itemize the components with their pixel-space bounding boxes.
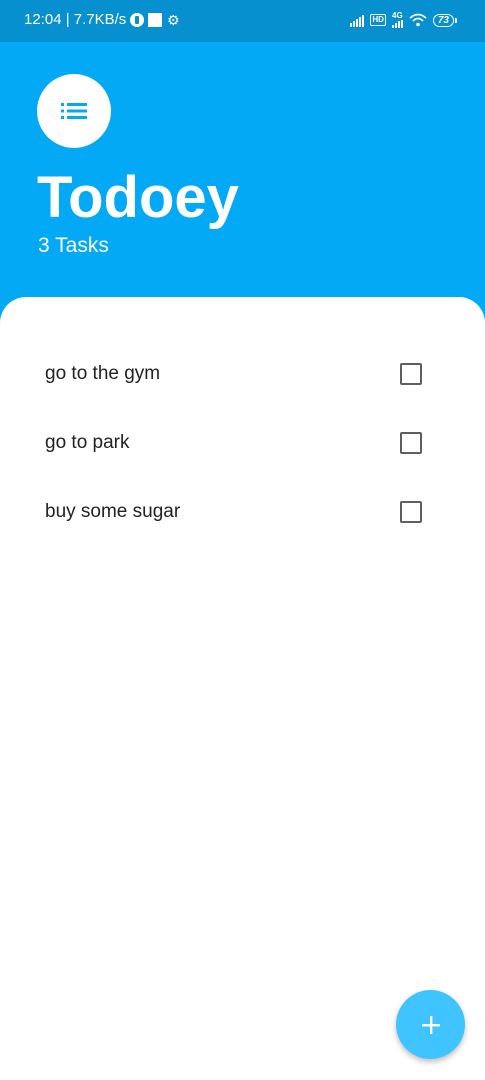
task-row[interactable]: buy some sugar [0,477,485,546]
task-checkbox[interactable] [400,501,422,523]
task-row[interactable]: go to the gym [0,339,485,408]
battery-icon: 73 [432,13,457,27]
list-icon [61,103,87,119]
task-checkbox[interactable] [400,432,422,454]
hd-icon: HD [370,14,386,26]
task-list: go to the gym go to park buy some sugar [0,339,485,546]
4g-signal-icon: 4G [391,11,403,28]
battery-level: 73 [432,13,454,27]
status-time-speed: 12:04 | 7.7KB/s [24,11,127,28]
task-sheet: go to the gym go to park buy some sugar [0,297,485,1080]
task-row[interactable]: go to park [0,408,485,477]
status-right: HD 4G 73 [350,12,457,28]
4g-bars [391,20,403,28]
square-icon [148,12,163,27]
battery-tip [455,17,457,23]
app-logo [37,74,111,148]
network-type-label: 4G [392,11,403,20]
add-icon [421,1015,440,1034]
wifi-icon [409,13,427,27]
task-label[interactable]: go to park [45,431,130,455]
status-left: 12:04 | 7.7KB/s ⚙ [24,11,180,28]
app-title: Todoey [37,165,239,230]
vpn-icon [130,12,145,27]
task-label[interactable]: buy some sugar [45,500,180,524]
signal-icon [350,14,365,27]
status-bar: 12:04 | 7.7KB/s ⚙ HD 4G 73 [0,0,485,42]
task-checkbox[interactable] [400,363,422,385]
task-label[interactable]: go to the gym [45,362,160,386]
task-count: 3 Tasks [38,234,109,257]
add-task-button[interactable] [396,990,465,1059]
gear-icon: ⚙ [167,11,180,28]
